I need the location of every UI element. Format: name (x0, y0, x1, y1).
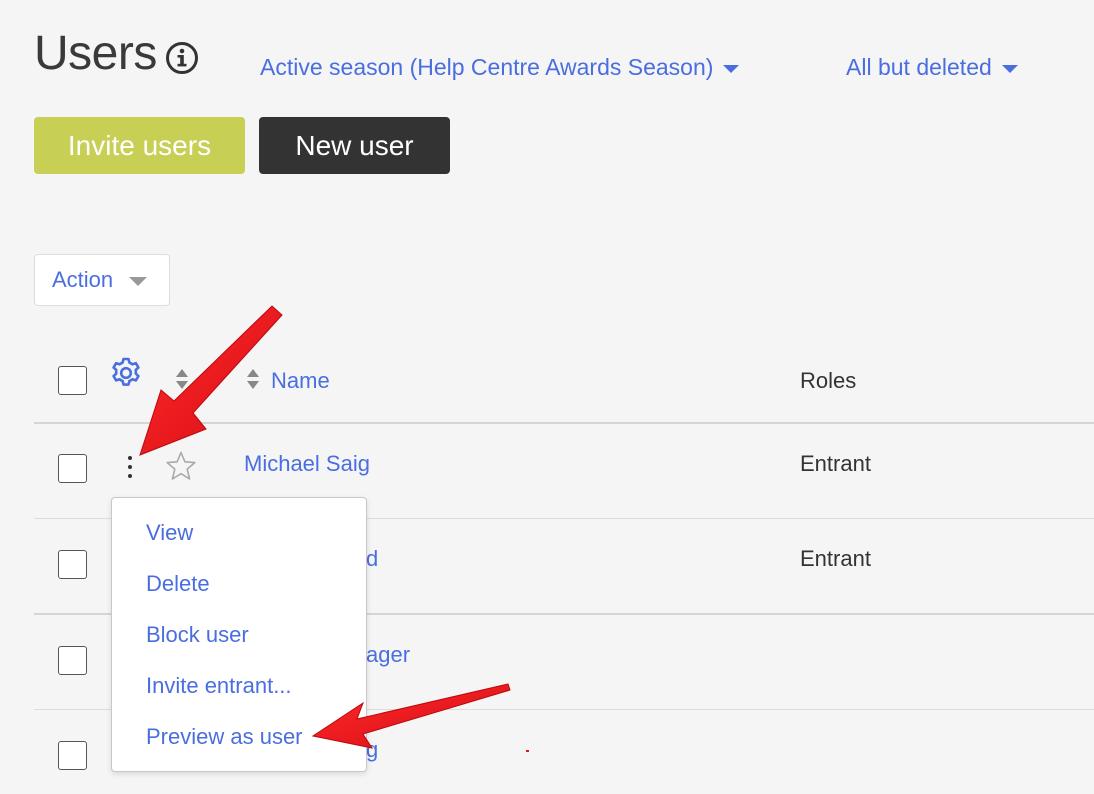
row-checkbox[interactable] (58, 550, 87, 579)
sort-icon[interactable] (175, 368, 189, 390)
sort-icon[interactable] (246, 368, 260, 390)
user-role: Entrant (800, 546, 871, 571)
chevron-down-icon (1001, 65, 1018, 73)
season-filter-dropdown[interactable]: Active season (Help Centre Awards Season… (260, 54, 740, 81)
select-all-checkbox[interactable] (58, 366, 87, 395)
user-name-link[interactable]: ager (366, 642, 410, 668)
menu-item-block-user[interactable]: Block user (146, 622, 249, 648)
info-icon[interactable] (165, 41, 199, 75)
bulk-action-dropdown[interactable]: Action (34, 254, 170, 306)
status-filter-dropdown[interactable]: All but deleted (846, 54, 1018, 81)
gear-icon[interactable] (109, 356, 143, 390)
menu-item-delete[interactable]: Delete (146, 571, 210, 597)
season-filter-label: Active season (Help Centre Awards Season… (260, 54, 714, 80)
chevron-down-icon (129, 277, 148, 286)
row-checkbox[interactable] (58, 454, 87, 483)
user-name-link[interactable]: Michael Saig (244, 451, 370, 477)
invite-users-button[interactable]: Invite users (34, 117, 245, 174)
column-header-name[interactable]: Name (271, 368, 330, 394)
chevron-down-icon (723, 65, 740, 73)
status-filter-label: All but deleted (846, 54, 992, 80)
new-user-button[interactable]: New user (259, 117, 450, 174)
menu-item-view[interactable]: View (146, 520, 193, 546)
header-divider (34, 422, 1094, 424)
action-label: Action (52, 267, 114, 292)
star-icon[interactable] (164, 450, 198, 482)
column-header-roles: Roles (800, 368, 857, 393)
page-title: Users (34, 27, 157, 80)
menu-item-invite-entrant[interactable]: Invite entrant... (146, 673, 292, 699)
row-checkbox[interactable] (58, 741, 87, 770)
users-page: Users Active season (Help Centre Awards … (0, 0, 1094, 794)
row-checkbox[interactable] (58, 646, 87, 675)
menu-item-preview-as-user[interactable]: Preview as user (146, 724, 303, 750)
user-role: Entrant (800, 451, 871, 476)
kebab-menu-icon[interactable] (124, 456, 136, 482)
row-action-menu: View Delete Block user Invite entrant...… (111, 497, 367, 772)
user-name-link[interactable]: d (366, 546, 378, 572)
arrow-to-kebab-icon (139, 305, 283, 456)
user-name-link[interactable]: g (366, 737, 378, 763)
